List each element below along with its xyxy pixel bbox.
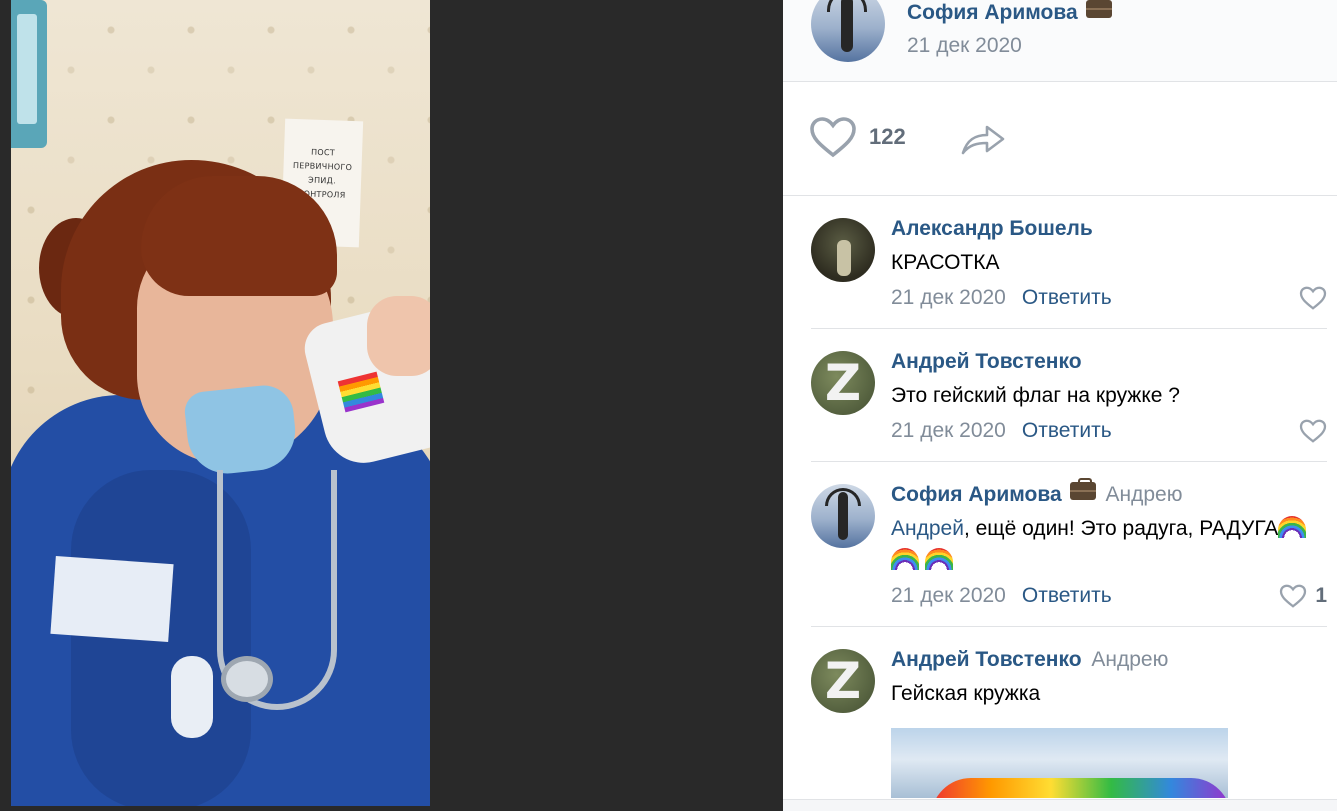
comment-author[interactable]: Андрей Товстенко	[891, 349, 1327, 375]
comment-text: Андрей, ещё один! Это радуга, РАДУГА	[891, 513, 1327, 577]
comment-date[interactable]: 21 дек 2020	[891, 584, 1006, 608]
z-letter-icon: Z	[824, 354, 862, 412]
briefcase-icon	[1069, 478, 1096, 500]
author-name[interactable]: София Аримова	[907, 0, 1112, 25]
z-letter-icon: Z	[824, 652, 862, 710]
comment-date[interactable]: 21 дек 2020	[891, 286, 1006, 310]
avatar-figure	[841, 0, 853, 52]
comment: София Аримова Андрею Андрей, ещё один! Э…	[811, 462, 1327, 627]
comment-attached-image[interactable]	[891, 728, 1228, 798]
rainbow-emoji	[891, 548, 919, 570]
comment-meta: 21 дек 2020 Ответить	[891, 584, 1327, 608]
reply-button[interactable]: Ответить	[1022, 419, 1112, 443]
share-arrow-icon	[961, 125, 1005, 155]
comment-meta: 21 дек 2020 Ответить	[891, 419, 1327, 443]
hand	[367, 296, 430, 376]
comment-avatar[interactable]: Z	[811, 351, 875, 415]
comment-author[interactable]: Александр Бошель	[891, 216, 1327, 242]
comment-author-name[interactable]: София Аримова	[891, 483, 1062, 506]
comment: Z Андрей Товстенко Это гейский флаг на к…	[811, 329, 1327, 462]
comment-author-name[interactable]: Андрей Товстенко	[891, 350, 1082, 373]
heart-icon	[1299, 286, 1327, 310]
comment-avatar[interactable]	[811, 484, 875, 548]
post-date[interactable]: 21 дек 2020	[907, 34, 1022, 58]
rainbow-flag-image	[931, 778, 1228, 798]
hair-bangs	[141, 176, 337, 296]
like-count: 122	[869, 124, 906, 149]
comment-author: Андрей Товстенко Андрею	[891, 647, 1327, 673]
stethoscope-head	[221, 656, 273, 702]
comment-text: КРАСОТКА	[891, 251, 1000, 274]
avatar-person	[837, 240, 851, 276]
comment-author-name[interactable]: Александр Бошель	[891, 217, 1093, 240]
comment: Z Андрей Товстенко Андрею Гейская кружка	[811, 627, 1327, 811]
comment-date[interactable]: 21 дек 2020	[891, 419, 1006, 443]
comment-input-bar	[783, 799, 1337, 811]
uniform-patch	[50, 555, 174, 643]
id-badge	[171, 656, 213, 738]
author-name-text[interactable]: София Аримова	[907, 1, 1078, 24]
post-actions: 122	[783, 82, 1337, 196]
post-photo[interactable]: ПОСТ ПЕРВИЧНОГО ЭПИД. КОНТРОЛЯ	[11, 0, 430, 806]
avatar-figure	[838, 492, 848, 540]
comments-list: Александр Бошель КРАСОТКА 21 дек 2020 От…	[783, 196, 1337, 811]
comment-author-name[interactable]: Андрей Товстенко	[891, 648, 1082, 671]
comment-text: Гейская кружка	[891, 682, 1041, 705]
heart-icon	[1280, 584, 1307, 608]
comment: Александр Бошель КРАСОТКА 21 дек 2020 От…	[811, 196, 1327, 329]
reply-button[interactable]: Ответить	[1022, 286, 1112, 310]
like-button[interactable]: 122	[809, 116, 906, 158]
photo-viewer: ПОСТ ПЕРВИЧНОГО ЭПИД. КОНТРОЛЯ	[0, 0, 783, 811]
comment-reply-to[interactable]: Андрею	[1091, 648, 1168, 671]
heart-icon	[1299, 419, 1327, 443]
reply-button[interactable]: Ответить	[1022, 584, 1112, 608]
comment-avatar[interactable]: Z	[811, 649, 875, 713]
comment-text-body: , ещё один! Это радуга, РАДУГА	[963, 517, 1279, 540]
share-button[interactable]	[959, 120, 1007, 158]
rainbow-emoji	[925, 548, 953, 570]
comment-author: София Аримова Андрею	[891, 478, 1327, 508]
wall-dispenser	[11, 0, 47, 148]
heart-icon	[810, 117, 856, 158]
comment-mention[interactable]: Андрей	[891, 517, 964, 540]
post-side-panel: София Аримова 21 дек 2020 122 Александр …	[783, 0, 1337, 811]
comment-like-button[interactable]: 1	[1279, 584, 1327, 608]
comment-meta: 21 дек 2020 Ответить	[891, 286, 1327, 310]
rainbow-emoji	[1278, 516, 1307, 538]
author-avatar[interactable]	[811, 0, 885, 62]
post-header: София Аримова 21 дек 2020	[783, 0, 1337, 82]
comment-like-button[interactable]	[1299, 286, 1327, 310]
comment-reply-to[interactable]: Андрею	[1106, 483, 1183, 506]
comment-like-button[interactable]	[1299, 419, 1327, 443]
briefcase-icon	[1085, 0, 1112, 18]
comment-avatar[interactable]	[811, 218, 875, 282]
comment-text: Это гейский флаг на кружке ?	[891, 384, 1180, 407]
comment-like-count: 1	[1315, 584, 1327, 607]
